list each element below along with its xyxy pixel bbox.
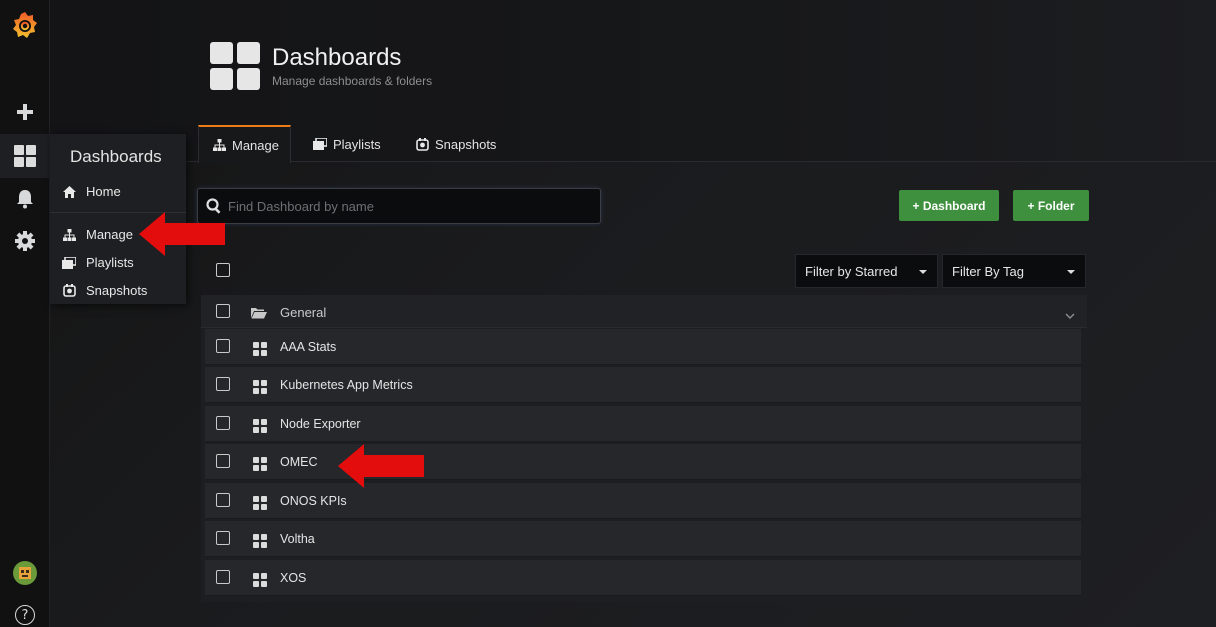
submenu-item-label: Snapshots [86,283,148,298]
dashboard-row[interactable]: AAA Stats [205,329,1081,365]
sitemap-icon [213,139,226,151]
camera-icon [416,137,429,151]
filter-tag-label: Filter By Tag [952,263,1025,279]
gear-icon[interactable] [0,228,50,254]
dashboard-icon [253,342,267,356]
tab-snapshots-label: Snapshots [435,136,497,152]
tab-manage-label: Manage [232,137,279,153]
sitemap-icon [62,228,76,242]
filter-starred-label: Filter by Starred [805,263,898,279]
playlist-icon [313,138,327,150]
dashboard-title: Voltha [280,532,315,546]
chevron-down-icon [919,270,927,274]
dashboard-icon [253,380,267,394]
playlist-icon [62,256,76,270]
select-all-checkbox[interactable] [216,263,230,277]
dashboard-title: OMEC [280,455,318,469]
plus-icon[interactable] [0,101,50,123]
chevron-down-icon[interactable] [1065,307,1075,325]
annotation-arrow-manage [139,212,225,256]
dashboard-title: ONOS KPIs [280,494,347,508]
dashboard-title: Kubernetes App Metrics [280,378,413,392]
submenu-item-playlists[interactable]: Playlists [62,255,134,270]
tab-playlists[interactable]: Playlists [313,125,381,163]
search-box [197,188,601,224]
search-input[interactable] [228,198,588,214]
row-checkbox[interactable] [216,531,230,545]
tab-manage[interactable]: Manage [198,125,291,163]
folder-open-icon [251,306,267,324]
dashboards-header-icon [210,42,260,90]
dashboard-row[interactable]: Node Exporter [205,406,1081,442]
row-checkbox[interactable] [216,416,230,430]
new-folder-button[interactable]: + Folder [1013,190,1089,221]
submenu-item-snapshots[interactable]: Snapshots [62,283,147,298]
page-subtitle: Manage dashboards & folders [272,74,433,88]
dashboard-row[interactable]: ONOS KPIs [205,483,1081,519]
avatar[interactable] [0,560,50,586]
submenu-item-label: Home [86,184,121,199]
tab-snapshots[interactable]: Snapshots [416,125,496,163]
dashboard-title: Node Exporter [280,417,361,431]
annotation-arrow-omec [338,444,424,488]
side-menu: ? [0,0,50,627]
submenu-item-label: Playlists [86,255,134,270]
submenu-item-manage[interactable]: Manage [62,227,133,242]
row-checkbox[interactable] [216,377,230,391]
filter-starred-select[interactable]: Filter by Starred [795,254,938,288]
folder-row-general[interactable]: General [201,295,1087,328]
dashboard-title: AAA Stats [280,340,337,354]
folder-name: General [280,305,327,320]
chevron-down-icon [1067,270,1075,274]
row-checkbox[interactable] [216,454,230,468]
row-checkbox[interactable] [216,493,230,507]
dashboard-row[interactable]: XOS [205,560,1081,596]
dashboard-icon [253,573,267,587]
dashboard-icon [253,496,267,510]
submenu-item-label: Manage [86,227,133,242]
camera-icon [62,284,76,298]
home-icon [62,185,76,199]
dashboard-title: XOS [280,571,307,585]
row-checkbox[interactable] [216,570,230,584]
row-checkbox[interactable] [216,339,230,353]
new-dashboard-button[interactable]: + Dashboard [899,190,999,221]
dashboard-icon [253,419,267,433]
submenu-item-home[interactable]: Home [62,184,121,199]
bell-icon[interactable] [0,186,50,212]
dashboard-row[interactable]: Kubernetes App Metrics [205,367,1081,403]
submenu-title: Dashboards [70,147,162,166]
grafana-logo-icon[interactable] [0,8,50,42]
filter-tag-select[interactable]: Filter By Tag [942,254,1086,288]
dashboard-row[interactable]: Voltha [205,521,1081,557]
dashboards-icon[interactable] [0,134,50,178]
help-icon[interactable]: ? [0,603,50,627]
folder-checkbox[interactable] [216,304,230,318]
dashboard-icon [253,534,267,548]
dashboard-icon [253,457,267,471]
tab-playlists-label: Playlists [333,136,381,152]
dashboard-row[interactable]: OMEC [205,444,1081,480]
page-title: Dashboards [272,44,402,71]
